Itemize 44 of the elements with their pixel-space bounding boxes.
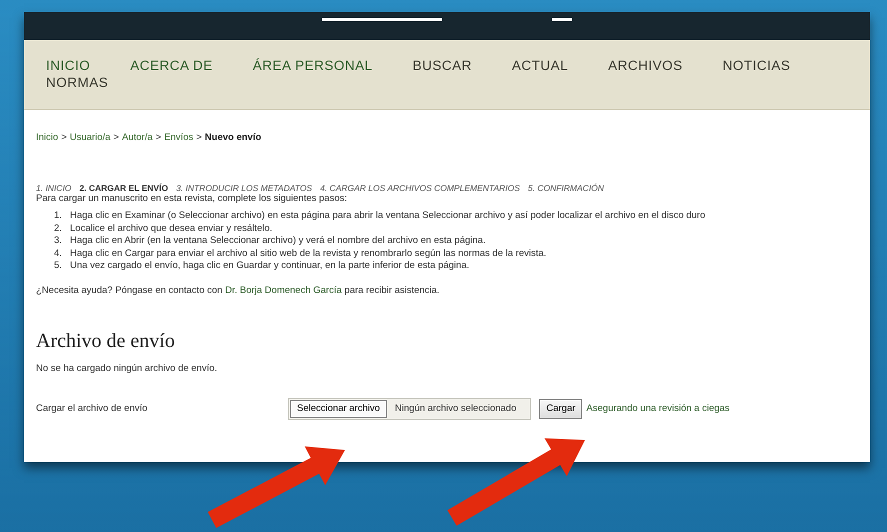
breadcrumb-link[interactable]: Inicio [36, 132, 58, 143]
nav-link[interactable]: ÁREA PERSONAL [252, 57, 373, 74]
nav-link[interactable]: INICIO [46, 57, 90, 74]
breadcrumb-link[interactable]: Usuario/a [70, 132, 110, 143]
breadcrumb-current: Nuevo envío [204, 132, 262, 143]
help-text: ¿Necesita ayuda? Póngase en contacto con Dr. Borja Domenech García para recibir asistencia. [36, 284, 440, 296]
breadcrumb-link[interactable]: Autor/a [122, 132, 153, 143]
instruction-item: Una vez cargado el envío, haga clic en Guardar y continuar, en la parte inferior de esta página. [70, 260, 470, 272]
list-number: 2. [54, 222, 63, 235]
instruction-item: Haga clic en Cargar para enviar el archivo al sitio web de la revista y renombrarlo según las normas de la revista. [70, 248, 546, 260]
instruction-item: Haga clic en Abrir (en la ventana Seleccionar archivo) y verá el nombre del archivo en esta página. [70, 235, 486, 248]
instruction-item: Localice el archivo que desea enviar y resáltelo. [70, 222, 272, 235]
upload-button[interactable]: Cargar [539, 398, 582, 418]
nav-link[interactable]: ARCHIVOS [608, 57, 683, 74]
status-text: No se ha cargado ningún archivo de envío. [36, 362, 218, 374]
top-bar-mark [552, 18, 572, 21]
upload-label: Cargar el archivo de envío [36, 403, 148, 414]
nav-link[interactable]: NOTICIAS [722, 57, 790, 74]
nav-link[interactable]: ACTUAL [512, 57, 568, 74]
blind-review-link[interactable]: Asegurando una revisión a ciegas [586, 403, 730, 414]
step-label: 5. CONFIRMACIÓN [528, 183, 604, 193]
list-number: 5. [54, 260, 63, 272]
nav-link[interactable]: BUSCAR [412, 57, 472, 74]
list-number: 1. [54, 210, 63, 222]
no-file-text: Ningún archivo seleccionado [394, 403, 518, 414]
list-number: 3. [54, 235, 63, 248]
breadcrumb-separator: > [156, 132, 162, 143]
nav-link[interactable]: ACERCA DE [130, 57, 213, 74]
choose-file-button[interactable]: Seleccionar archivo [290, 400, 387, 418]
file-input[interactable]: Seleccionar archivo Ningún archivo seleccionado [288, 398, 532, 420]
intro-text: Para cargar un manuscrito en esta revista, complete los siguientes pasos: [36, 193, 348, 204]
breadcrumb-separator: > [61, 132, 67, 143]
breadcrumb-separator: > [113, 132, 119, 143]
step-label: 2. CARGAR EL ENVÍO [79, 183, 168, 193]
nav-link[interactable]: NORMAS [46, 74, 108, 91]
section-heading: Archivo de envío [36, 330, 176, 352]
step-label: 3. INTRODUCIR LOS METADATOS [176, 183, 312, 193]
step-label: 4. CARGAR LOS ARCHIVOS COMPLEMENTARIOS [320, 183, 520, 193]
instruction-item: Haga clic en Examinar (o Seleccionar archivo) en esta página para abrir la ventana Seleccionar archivo y así poder localizar el archivo en el disco duro [70, 210, 706, 222]
list-number: 4. [54, 248, 63, 260]
breadcrumb-link[interactable]: Envíos [164, 132, 194, 143]
step-label: 1. INICIO [36, 183, 72, 193]
contact-link[interactable]: Dr. Borja Domenech García [225, 284, 342, 296]
breadcrumb-separator: > [196, 132, 202, 143]
